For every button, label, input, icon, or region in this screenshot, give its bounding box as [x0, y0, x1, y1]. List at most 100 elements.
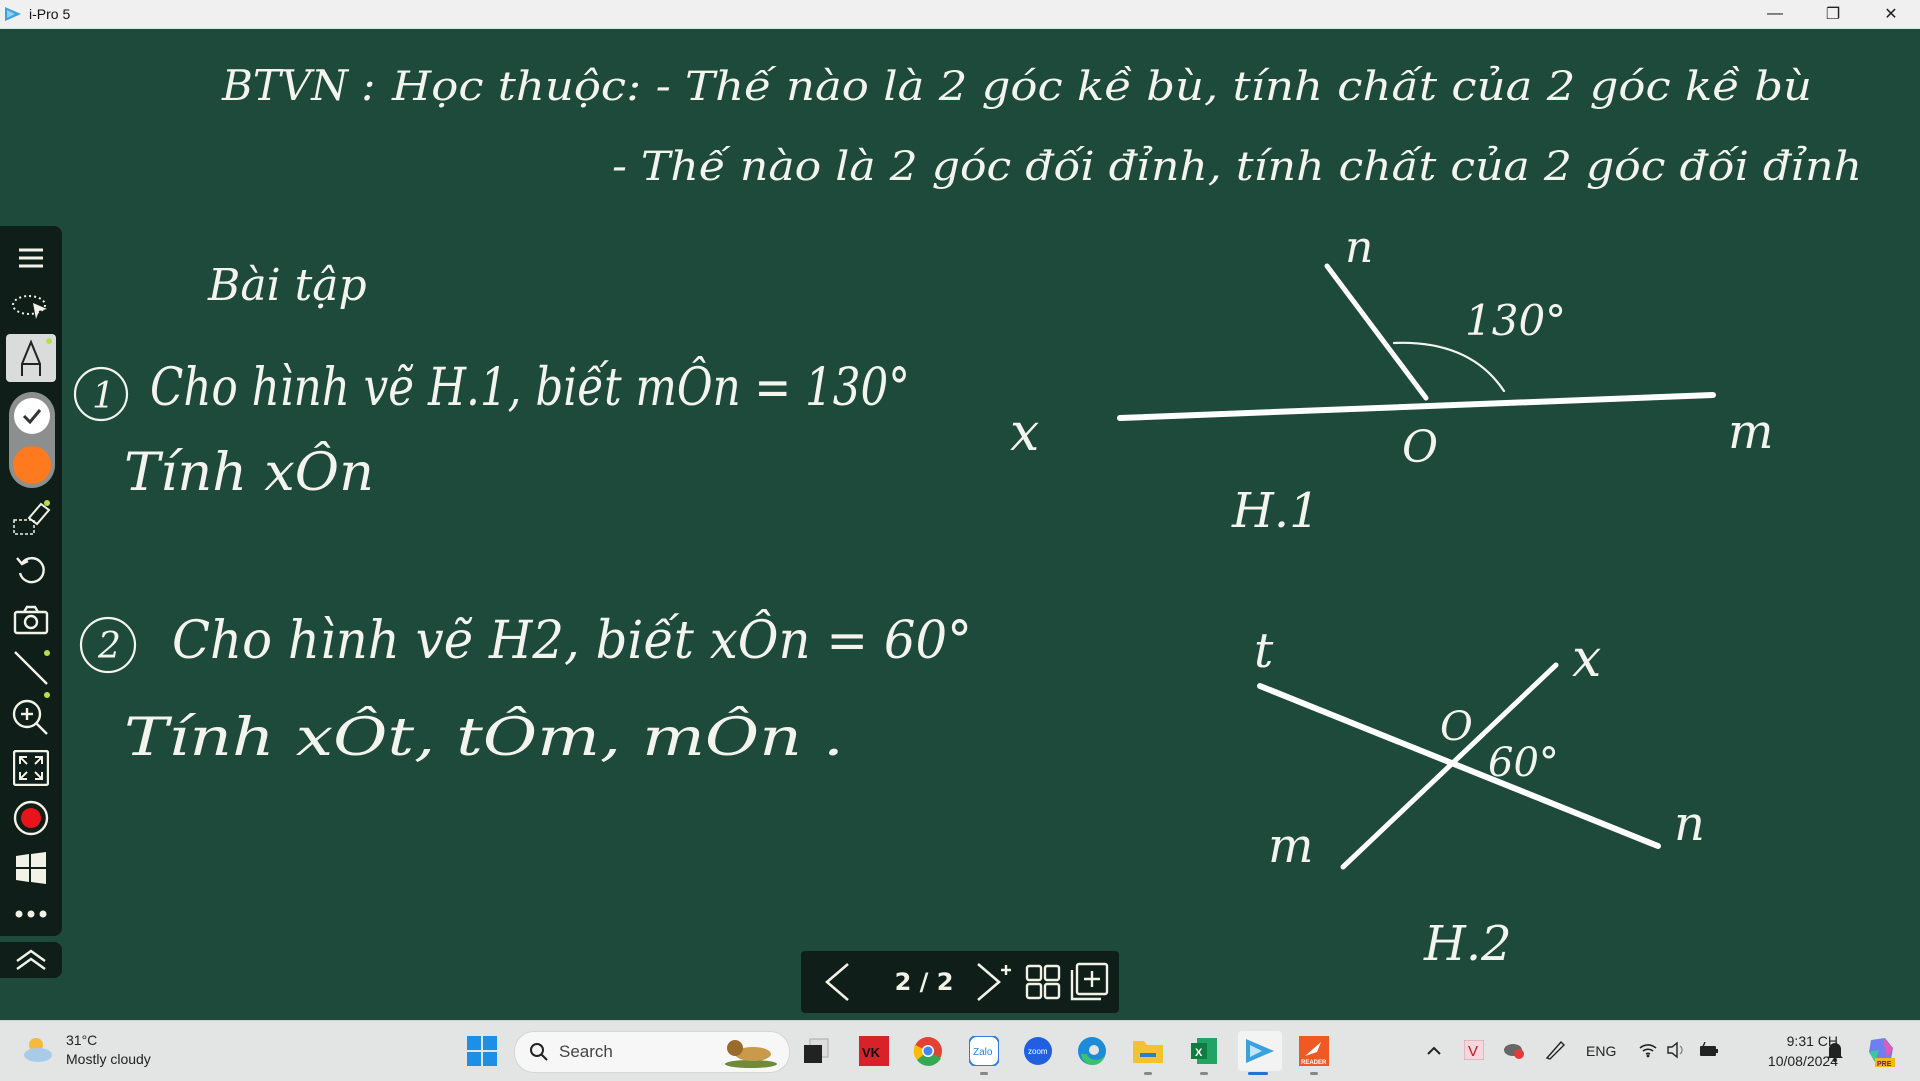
expand-icon	[13, 750, 49, 786]
more-icon	[15, 910, 47, 918]
search-highlight-lion-icon	[725, 1040, 777, 1068]
bell-snooze-icon	[1827, 1043, 1843, 1062]
task-view-icon	[804, 1038, 829, 1063]
taskbar-app-edge[interactable]	[1072, 1031, 1112, 1071]
zoom-button[interactable]	[6, 692, 56, 740]
tray-battery-button[interactable]	[1698, 1041, 1720, 1061]
fig1-angle-label: 130°	[1465, 296, 1566, 345]
taskbar-app-reader[interactable]: READER	[1294, 1031, 1334, 1075]
fig2-angle-label: 60°	[1488, 740, 1559, 786]
pen-tool-button[interactable]	[6, 334, 56, 382]
excel-icon: X	[1191, 1038, 1217, 1064]
taskbar-app-chrome[interactable]	[908, 1031, 948, 1071]
wifi-icon	[1639, 1043, 1657, 1057]
notifications-button[interactable]	[1820, 1031, 1850, 1071]
weather-widget[interactable]: 31°C Mostly cloudy	[20, 1031, 151, 1069]
more-button[interactable]	[6, 892, 56, 936]
next-add-page-icon	[977, 963, 1011, 1001]
color-picker	[9, 392, 55, 488]
page-counter: 2 / 2	[894, 968, 954, 996]
language-indicator[interactable]: ENG	[1586, 1043, 1616, 1059]
fig1-caption: H.1	[1231, 483, 1320, 539]
undo-icon	[16, 556, 45, 584]
figure-h2: t x O 60° m n H.2	[1254, 623, 1705, 972]
excel-running-indicator	[1200, 1072, 1208, 1075]
zoom-in-icon	[12, 699, 48, 735]
taskbar-app-ipro[interactable]	[1238, 1031, 1282, 1075]
add-page-button[interactable]	[1067, 961, 1111, 1003]
battery-charging-icon	[1700, 1041, 1719, 1056]
eraser-button[interactable]	[6, 496, 56, 540]
lasso-select-icon	[12, 295, 47, 319]
taskbar-app-excel[interactable]: X	[1184, 1031, 1224, 1075]
task-view-button[interactable]	[796, 1031, 836, 1071]
taskbar-app-zalo[interactable]: Zalo	[964, 1031, 1004, 1075]
color-orange-button[interactable]	[13, 446, 51, 484]
record-button[interactable]	[6, 796, 56, 840]
toolbar-collapse-button[interactable]	[0, 942, 62, 978]
close-button[interactable]: ✕	[1862, 0, 1920, 28]
fullscreen-button[interactable]	[6, 746, 56, 790]
fig2-label-o: O	[1440, 704, 1473, 750]
tray-volume-button[interactable]	[1666, 1041, 1686, 1062]
exercise-1-line-1: Cho hình vẽ H.1, biết mÔn = 130°	[150, 356, 910, 418]
exercise-1-line-2: Tính xÔn	[124, 441, 374, 503]
restore-button[interactable]: ❐	[1804, 0, 1862, 28]
title-bar: i-Pro 5 — ❐ ✕	[0, 0, 1920, 29]
chevron-up-icon	[16, 949, 46, 970]
screenshot-button[interactable]	[6, 598, 56, 642]
menu-button[interactable]	[6, 236, 56, 280]
tray-network-button[interactable]	[1638, 1042, 1658, 1061]
exercise-2-line-1: Cho hình vẽ H2, biết xÔn = 60°	[172, 609, 972, 671]
grid-icon	[1025, 964, 1061, 1000]
taskbar-app-file-explorer[interactable]	[1128, 1031, 1168, 1075]
tray-unikey-button[interactable]: V	[1463, 1039, 1485, 1063]
taskbar-app-vk[interactable]: VK	[854, 1031, 894, 1071]
figure-h1: n 130° x O m H.1	[1010, 222, 1774, 539]
windows-button[interactable]	[6, 846, 56, 890]
taskbar-search[interactable]: Search	[514, 1031, 790, 1073]
minimize-button[interactable]: —	[1746, 0, 1804, 28]
start-button[interactable]	[462, 1031, 502, 1071]
undo-button[interactable]	[6, 548, 56, 592]
record-icon	[13, 800, 49, 836]
fig1-label-x: x	[1010, 403, 1039, 463]
weather-temp: 31°C	[66, 1032, 98, 1048]
window-title: i-Pro 5	[29, 6, 71, 22]
fig2-caption: H.2	[1423, 916, 1512, 972]
exercise-2-number: 2	[97, 626, 121, 667]
reader-icon: READER	[1299, 1036, 1329, 1066]
search-placeholder: Search	[559, 1042, 613, 1061]
fig1-ray-on	[1324, 263, 1429, 401]
zoom-indicator-dot	[44, 692, 50, 698]
explorer-running-indicator	[1144, 1072, 1152, 1075]
next-page-add-button[interactable]	[971, 961, 1015, 1003]
copilot-button[interactable]: PRE	[1862, 1031, 1902, 1071]
line-tool-button[interactable]	[6, 646, 56, 690]
page-grid-button[interactable]	[1021, 961, 1065, 1003]
prev-page-button[interactable]	[815, 961, 859, 1003]
fig2-label-m: m	[1268, 818, 1314, 874]
tray-pen-button[interactable]	[1544, 1039, 1566, 1064]
exercise-1-number: 1	[92, 376, 115, 417]
fig2-label-n: n	[1674, 796, 1705, 852]
exercise-2-line-2: Tính xÔt, tÔm, mÔn .	[124, 706, 844, 768]
restore-icon: ❐	[1825, 6, 1841, 23]
camera-icon	[13, 605, 49, 635]
fig2-label-t: t	[1254, 623, 1274, 679]
fig1-line-xm	[1117, 392, 1716, 421]
homework-label: BTVN :	[221, 61, 375, 110]
color-white-button[interactable]	[14, 398, 50, 434]
search-icon	[530, 1043, 548, 1061]
lasso-select-button[interactable]	[6, 286, 56, 330]
svg-text:V: V	[1468, 1043, 1478, 1060]
svg-text:READER: READER	[1301, 1060, 1327, 1066]
left-toolbar	[0, 226, 62, 936]
whiteboard-canvas[interactable]: BTVN : Học thuộc: - Thế nào là 2 góc kề …	[0, 29, 1920, 1020]
partly-cloudy-icon	[24, 1038, 52, 1062]
add-page-icon	[1070, 962, 1109, 1001]
show-hidden-icons-button[interactable]	[1420, 1043, 1448, 1059]
taskbar-app-zoom[interactable]: zoom	[1018, 1031, 1058, 1071]
fig2-label-x: x	[1572, 629, 1601, 689]
tray-onedrive-error-button[interactable]	[1502, 1040, 1526, 1063]
